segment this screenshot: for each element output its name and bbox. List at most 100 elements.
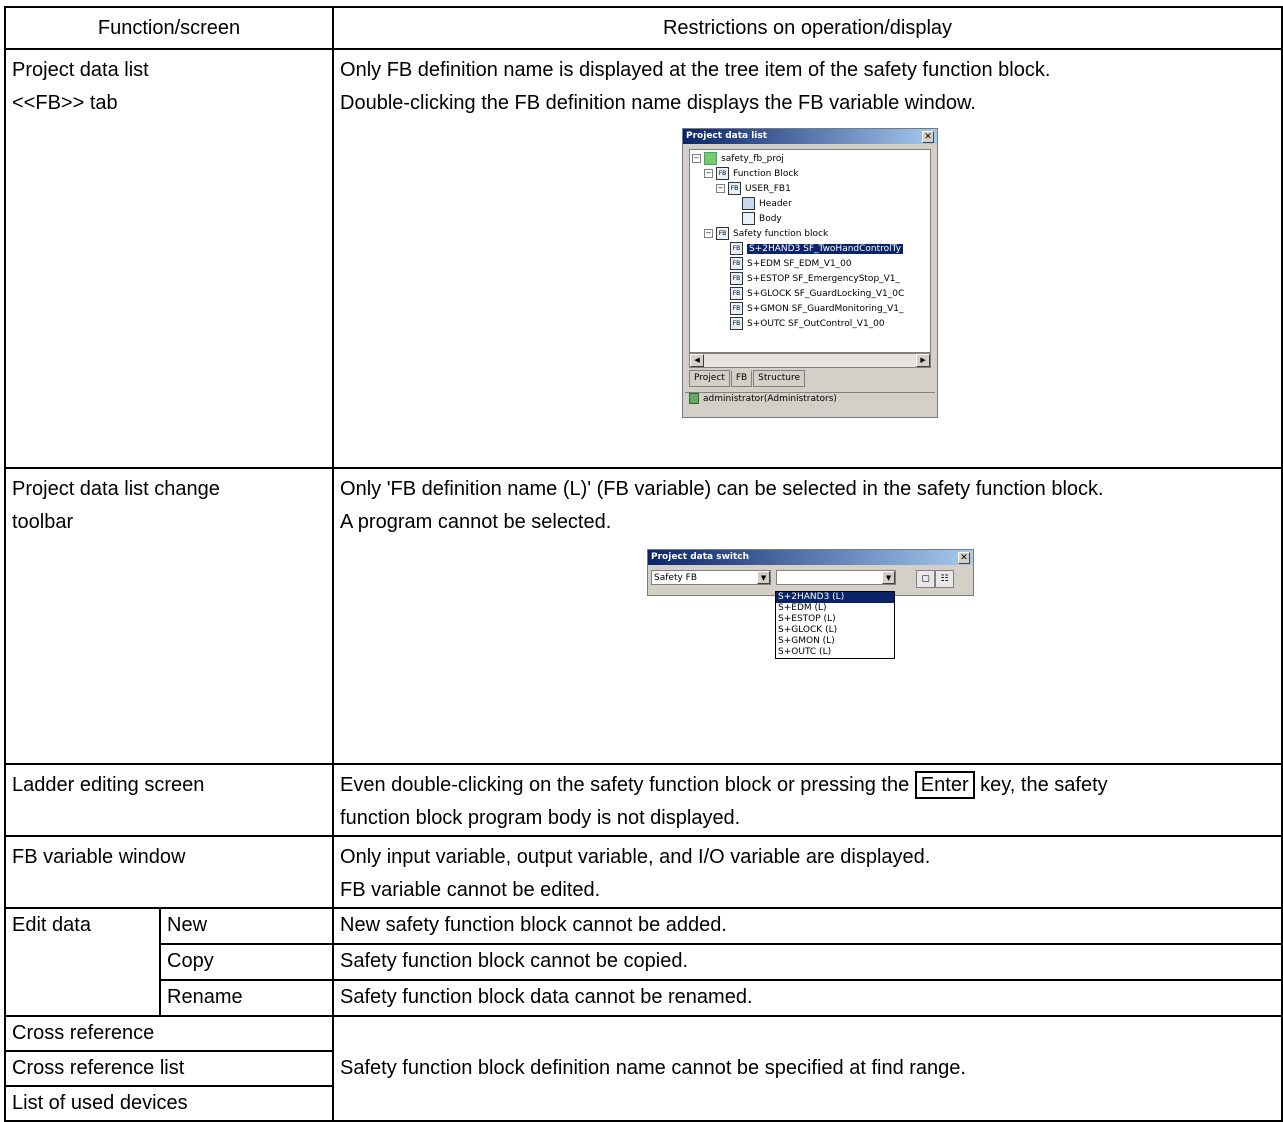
tree-node-root[interactable]: − safety_fb_proj	[692, 152, 784, 166]
window-tabs: Project FB Structure	[689, 370, 806, 387]
tree-node-safety-fb[interactable]: − FB Safety function block	[704, 227, 828, 241]
dropdown-option[interactable]: S+ESTOP (L)	[776, 614, 894, 625]
tree-node-safety-item[interactable]: FB S+GLOCK SF_GuardLocking_V1_0C	[730, 287, 904, 301]
function-cell: Edit data	[4, 907, 161, 1017]
function-line: Cross reference	[12, 1022, 155, 1044]
open-document-button[interactable]: ▢	[916, 570, 936, 588]
tree-view-button[interactable]: ☷	[935, 570, 955, 588]
tree-node-body[interactable]: Body	[742, 212, 782, 226]
scroll-left-icon[interactable]: ◀	[690, 354, 705, 367]
tree-node-user-fb[interactable]: − FB USER_FB1	[716, 182, 791, 196]
header-restriction: Restrictions on operation/display	[332, 6, 1283, 50]
header-row: Function/screen Restrictions on operatio…	[3, 6, 1283, 50]
project-data-list-window: Project data list ✕ − safety_fb_proj − FB F…	[682, 128, 939, 418]
restriction-line: Double-clicking the FB definition name d…	[340, 92, 976, 114]
function-line: <<FB>> tab	[12, 92, 118, 114]
tree-label: S+GLOCK SF_GuardLocking_V1_0C	[747, 289, 905, 299]
tree-label: Body	[759, 214, 782, 224]
restriction-cell: Safety function block data cannot be ren…	[332, 979, 1283, 1017]
project-tree: − safety_fb_proj − FB Function Block − FB USE…	[689, 149, 932, 353]
tree-node-safety-item[interactable]: FB S+GMON SF_GuardMonitoring_V1_	[730, 302, 904, 316]
tree-label: Header	[759, 199, 792, 209]
fb-icon: FB	[730, 257, 744, 270]
restriction-cell: Safety function block definition name ca…	[332, 1015, 1283, 1122]
function-line: toolbar	[12, 511, 74, 533]
tree-label: USER_FB1	[745, 184, 791, 194]
function-cell: Project data list <<FB>> tab	[3, 48, 335, 469]
row-edit-data: Copy Safety function block cannot be cop…	[5, 943, 1283, 981]
tree-node-safety-item[interactable]: FB S+EDM SF_EDM_V1_00	[730, 257, 852, 271]
restriction-line: New safety function block cannot be adde…	[340, 914, 727, 936]
row-fb-variable: FB variable window Only input variable, …	[3, 835, 1283, 909]
function-line: Edit data	[12, 914, 91, 936]
window-title-text: Project data list	[686, 131, 768, 141]
sub-function: New	[167, 914, 208, 936]
function-cell: Cross reference list	[3, 1050, 335, 1087]
sub-function: Rename	[167, 986, 243, 1008]
tree-label: S+GMON SF_GuardMonitoring_V1_	[747, 304, 904, 314]
scroll-right-icon[interactable]: ▶	[916, 354, 931, 367]
restriction-cell: New safety function block cannot be adde…	[332, 907, 1283, 945]
restriction-text: Even double-clicking on the safety funct…	[340, 774, 910, 796]
row-cross: Cross reference Safety function block de…	[3, 1015, 1283, 1122]
tree-node-safety-item[interactable]: FB S+ESTOP SF_EmergencyStop_V1_	[730, 272, 900, 286]
data-select-dropdown: S+2HAND3 (L) S+EDM (L) S+ESTOP (L) S+GLO…	[775, 591, 896, 659]
close-icon[interactable]: ✕	[958, 552, 971, 564]
collapse-icon[interactable]: −	[704, 169, 714, 178]
function-line: Project data list change	[12, 478, 220, 500]
fb-icon: FB	[728, 182, 742, 195]
restriction-cell: Safety function block cannot be copied.	[332, 943, 1283, 981]
tree-label: safety_fb_proj	[721, 154, 784, 164]
restrictions-table: Function/screen Restrictions on operatio…	[3, 6, 1283, 1122]
row-ladder: Ladder editing screen Even double-clicki…	[3, 763, 1283, 837]
tab-project[interactable]: Project	[689, 370, 730, 387]
tree-node-header[interactable]: Header	[742, 197, 792, 211]
tab-structure[interactable]: Structure	[753, 370, 806, 387]
collapse-icon[interactable]: −	[704, 229, 714, 238]
window-title: Project data switch ✕	[648, 550, 974, 565]
window-title: Project data list ✕	[683, 129, 938, 144]
dropdown-option[interactable]: S+OUTC (L)	[776, 647, 894, 658]
status-text: administrator(Administrators)	[703, 394, 837, 404]
collapse-icon[interactable]: −	[716, 184, 726, 193]
function-line: Project data list	[12, 59, 149, 81]
close-icon[interactable]: ✕	[922, 131, 935, 143]
header-function: Function/screen	[3, 6, 335, 50]
function-cell: List of used devices	[3, 1085, 335, 1122]
row-edit-data: Edit data New New safety function block …	[4, 907, 1283, 1017]
row-change-toolbar: Project data list change toolbar Only 'F…	[3, 467, 1283, 765]
sub-function-cell: New	[158, 907, 335, 945]
dropdown-option[interactable]: S+EDM (L)	[776, 603, 894, 614]
tree-node-safety-item[interactable]: FB S+2HAND3 SF_TwoHandControlTy	[730, 242, 904, 256]
tree-label: Function Block	[733, 169, 799, 179]
dropdown-option[interactable]: S+GLOCK (L)	[776, 625, 894, 636]
row-edit-data: Rename Safety function block data cannot…	[5, 979, 1283, 1017]
restriction-text: key, the safety	[980, 774, 1108, 796]
tree-node-function-block[interactable]: − FB Function Block	[704, 167, 799, 181]
fb-icon: FB	[716, 227, 730, 240]
restriction-line: function block program body is not displ…	[340, 807, 741, 829]
status-bar: administrator(Administrators)	[685, 392, 936, 406]
fb-icon: FB	[730, 287, 744, 300]
tree-label: S+EDM SF_EDM_V1_00	[747, 259, 852, 269]
restriction-line: FB variable cannot be edited.	[340, 879, 601, 901]
collapse-icon[interactable]: −	[692, 154, 702, 163]
tree-node-safety-item[interactable]: FB S+OUTC SF_OutControl_V1_00	[730, 317, 885, 331]
type-select[interactable]: Safety FB ▼	[651, 570, 772, 585]
restriction-cell: Only FB definition name is displayed at …	[332, 48, 1283, 469]
enter-key: Enter	[914, 771, 975, 799]
data-select[interactable]: ▼	[776, 570, 897, 585]
body-icon	[742, 212, 756, 225]
restriction-line: Safety function block definition name ca…	[340, 1057, 966, 1079]
fb-icon: FB	[730, 272, 744, 285]
function-cell: Ladder editing screen	[3, 763, 335, 837]
horizontal-scrollbar[interactable]: ◀ ▶	[689, 353, 932, 368]
chevron-down-icon[interactable]: ▼	[757, 571, 771, 584]
restriction-cell: Only input variable, output variable, an…	[332, 835, 1283, 909]
chevron-down-icon[interactable]: ▼	[882, 571, 896, 584]
tree-label: S+OUTC SF_OutControl_V1_00	[747, 319, 885, 329]
tab-fb[interactable]: FB	[730, 370, 753, 387]
restriction-line: A program cannot be selected.	[340, 511, 612, 533]
dropdown-option[interactable]: S+2HAND3 (L)	[776, 592, 895, 603]
dropdown-option[interactable]: S+GMON (L)	[776, 636, 894, 647]
